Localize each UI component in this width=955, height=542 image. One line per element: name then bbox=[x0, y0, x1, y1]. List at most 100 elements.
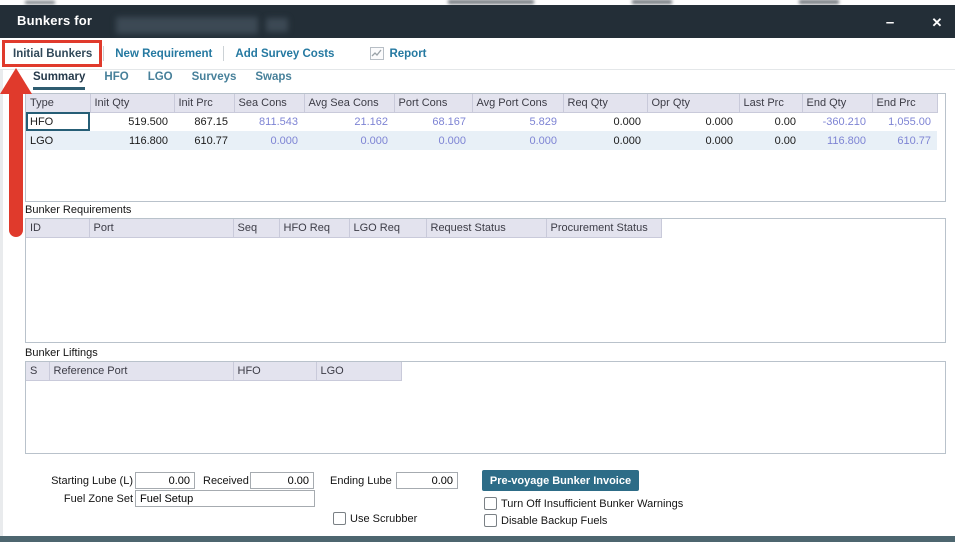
liftings-header-row: S Reference Port HFO LGO bbox=[26, 362, 401, 380]
report-button-label: Report bbox=[389, 48, 426, 60]
blurred-background-text bbox=[799, 0, 839, 4]
cell-init-prc[interactable]: 610.77 bbox=[174, 131, 234, 150]
minimize-icon[interactable]: – bbox=[878, 12, 902, 34]
summary-grid-panel: Type Init Qty Init Prc Sea Cons Avg Sea … bbox=[25, 93, 946, 202]
ending-lube-input[interactable] bbox=[396, 472, 458, 489]
starting-lube-input[interactable] bbox=[135, 472, 195, 489]
cell-opr-qty[interactable]: 0.000 bbox=[647, 112, 739, 131]
cell-end-prc[interactable]: 610.77 bbox=[872, 131, 937, 150]
bunker-requirements-label: Bunker Requirements bbox=[25, 204, 131, 216]
col-header-port-cons: Port Cons bbox=[394, 94, 472, 112]
tab-swaps[interactable]: Swaps bbox=[255, 71, 291, 90]
tab-lgo[interactable]: LGO bbox=[148, 71, 173, 90]
new-requirement-button[interactable]: New Requirement bbox=[115, 48, 212, 60]
summary-grid: Type Init Qty Init Prc Sea Cons Avg Sea … bbox=[26, 94, 938, 150]
col-header-hfo-req: HFO Req bbox=[279, 219, 349, 237]
redacted-voyage-number bbox=[266, 18, 288, 32]
received-input[interactable] bbox=[250, 472, 314, 489]
col-header-lgo-req: LGO Req bbox=[349, 219, 426, 237]
blurred-background-text bbox=[632, 0, 672, 4]
col-header-opr-qty: Opr Qty bbox=[647, 94, 739, 112]
toolbar-separator bbox=[223, 46, 224, 61]
summary-header-row: Type Init Qty Init Prc Sea Cons Avg Sea … bbox=[26, 94, 937, 112]
close-icon[interactable]: ✕ bbox=[925, 12, 949, 34]
bunker-liftings-panel: S Reference Port HFO LGO bbox=[25, 361, 946, 454]
col-header-port: Port bbox=[89, 219, 233, 237]
col-header-procurement-status: Procurement Status bbox=[546, 219, 661, 237]
col-header-request-status: Request Status bbox=[426, 219, 546, 237]
dialog-bottom-edge bbox=[0, 536, 955, 542]
cell-sea-cons[interactable]: 811.543 bbox=[234, 112, 304, 131]
cell-sea-cons[interactable]: 0.000 bbox=[234, 131, 304, 150]
cell-req-qty[interactable]: 0.000 bbox=[563, 112, 647, 131]
add-survey-costs-button[interactable]: Add Survey Costs bbox=[235, 48, 334, 60]
cell-end-qty[interactable]: 116.800 bbox=[802, 131, 872, 150]
cell-avg-sea-cons[interactable]: 21.162 bbox=[304, 112, 394, 131]
col-header-s: S bbox=[26, 362, 49, 380]
dialog-title: Bunkers for bbox=[17, 13, 92, 28]
col-header-reference-port: Reference Port bbox=[49, 362, 233, 380]
turn-off-warnings-checkbox[interactable] bbox=[484, 497, 497, 510]
annotation-arrow-shaft bbox=[9, 92, 23, 237]
cell-port-cons[interactable]: 68.167 bbox=[394, 112, 472, 131]
received-label: Received bbox=[203, 475, 249, 487]
col-header-init-prc: Init Prc bbox=[174, 94, 234, 112]
tab-surveys[interactable]: Surveys bbox=[192, 71, 237, 90]
bunker-requirements-panel: ID Port Seq HFO Req LGO Req Request Stat… bbox=[25, 218, 946, 343]
col-header-last-prc: Last Prc bbox=[739, 94, 802, 112]
cell-type[interactable]: LGO bbox=[26, 131, 90, 150]
cell-opr-qty[interactable]: 0.000 bbox=[647, 131, 739, 150]
toolbar-separator bbox=[103, 46, 104, 61]
tab-hfo[interactable]: HFO bbox=[104, 71, 128, 90]
tab-summary[interactable]: Summary bbox=[33, 71, 85, 90]
cell-last-prc[interactable]: 0.00 bbox=[739, 112, 802, 131]
cell-init-qty[interactable]: 116.800 bbox=[90, 131, 174, 150]
ending-lube-label: Ending Lube bbox=[330, 475, 392, 487]
bunker-liftings-grid: S Reference Port HFO LGO bbox=[26, 362, 402, 381]
underlying-window-left-edge bbox=[0, 38, 3, 536]
cell-type-selected[interactable]: HFO bbox=[26, 112, 90, 131]
turn-off-warnings-label: Turn Off Insufficient Bunker Warnings bbox=[501, 498, 683, 510]
col-header-seq: Seq bbox=[233, 219, 279, 237]
cell-end-qty[interactable]: -360.210 bbox=[802, 112, 872, 131]
use-scrubber-label: Use Scrubber bbox=[350, 513, 417, 525]
col-header-id: ID bbox=[26, 219, 89, 237]
annotation-arrow-icon bbox=[0, 68, 32, 94]
disable-backup-fuels-checkbox[interactable] bbox=[484, 514, 497, 527]
blurred-background-text bbox=[25, 1, 55, 4]
col-header-lgo: LGO bbox=[316, 362, 401, 380]
cell-avg-port-cons[interactable]: 5.829 bbox=[472, 112, 563, 131]
pre-voyage-bunker-invoice-button[interactable]: Pre-voyage Bunker Invoice bbox=[482, 470, 639, 491]
dialog-toolbar: Initial Bunkers New Requirement Add Surv… bbox=[0, 38, 955, 70]
col-header-init-qty: Init Qty bbox=[90, 94, 174, 112]
cell-init-qty[interactable]: 519.500 bbox=[90, 112, 174, 131]
cell-req-qty[interactable]: 0.000 bbox=[563, 131, 647, 150]
requirements-header-row: ID Port Seq HFO Req LGO Req Request Stat… bbox=[26, 219, 661, 237]
bunker-liftings-label: Bunker Liftings bbox=[25, 347, 98, 359]
report-button[interactable]: Report bbox=[370, 47, 426, 60]
col-header-avg-port-cons: Avg Port Cons bbox=[472, 94, 563, 112]
cell-avg-sea-cons[interactable]: 0.000 bbox=[304, 131, 394, 150]
dialog-titlebar: Bunkers for – ✕ bbox=[0, 5, 955, 38]
annotation-highlight-box bbox=[2, 40, 102, 67]
cell-init-prc[interactable]: 867.15 bbox=[174, 112, 234, 131]
col-header-hfo: HFO bbox=[233, 362, 316, 380]
col-header-req-qty: Req Qty bbox=[563, 94, 647, 112]
cell-avg-port-cons[interactable]: 0.000 bbox=[472, 131, 563, 150]
starting-lube-label: Starting Lube (L) bbox=[30, 475, 133, 487]
col-header-type: Type bbox=[26, 94, 90, 112]
summary-row-hfo: HFO 519.500 867.15 811.543 21.162 68.167… bbox=[26, 112, 937, 131]
bunker-requirements-grid: ID Port Seq HFO Req LGO Req Request Stat… bbox=[26, 219, 662, 238]
col-header-sea-cons: Sea Cons bbox=[234, 94, 304, 112]
use-scrubber-checkbox[interactable] bbox=[333, 512, 346, 525]
cell-last-prc[interactable]: 0.00 bbox=[739, 131, 802, 150]
line-chart-icon bbox=[370, 47, 384, 60]
blurred-background-text bbox=[448, 0, 534, 4]
summary-row-lgo: LGO 116.800 610.77 0.000 0.000 0.000 0.0… bbox=[26, 131, 937, 150]
fuel-zone-set-input[interactable] bbox=[135, 490, 315, 507]
col-header-end-prc: End Prc bbox=[872, 94, 937, 112]
cell-port-cons[interactable]: 0.000 bbox=[394, 131, 472, 150]
col-header-avg-sea-cons: Avg Sea Cons bbox=[304, 94, 394, 112]
col-header-end-qty: End Qty bbox=[802, 94, 872, 112]
cell-end-prc[interactable]: 1,055.00 bbox=[872, 112, 937, 131]
